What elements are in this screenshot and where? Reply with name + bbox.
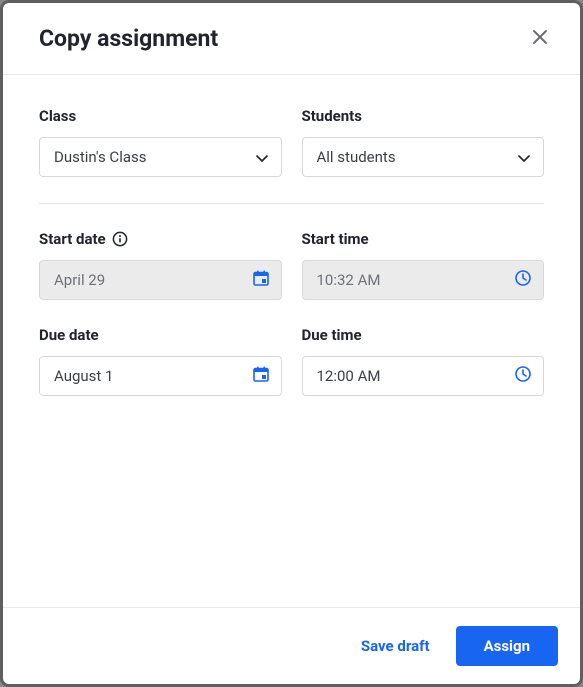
start-time-label: Start time [302, 230, 545, 248]
copy-assignment-modal: Copy assignment Class Dustin's Class [3, 3, 580, 684]
start-time-input[interactable] [302, 260, 545, 300]
students-select[interactable]: All students [302, 137, 545, 177]
class-label: Class [39, 107, 282, 125]
due-time-input[interactable] [302, 356, 545, 396]
class-select[interactable]: Dustin's Class [39, 137, 282, 177]
modal-header: Copy assignment [3, 3, 580, 75]
students-label: Students [302, 107, 545, 125]
info-icon[interactable] [112, 231, 128, 247]
save-draft-button[interactable]: Save draft [355, 629, 436, 663]
due-time-label: Due time [302, 326, 545, 344]
due-date-label: Due date [39, 326, 282, 344]
class-select-value: Dustin's Class [54, 148, 146, 166]
start-date-input[interactable] [39, 260, 282, 300]
modal-footer: Save draft Assign [3, 607, 580, 684]
students-select-value: All students [317, 148, 396, 166]
modal-title: Copy assignment [39, 25, 218, 52]
start-date-label: Start date [39, 230, 282, 248]
close-button[interactable] [532, 29, 548, 48]
modal-body: Class Dustin's Class Students All studen… [3, 75, 580, 607]
due-date-input[interactable] [39, 356, 282, 396]
start-date-label-text: Start date [39, 230, 106, 248]
assign-button[interactable]: Assign [456, 626, 558, 666]
close-icon [532, 29, 548, 48]
divider [39, 203, 544, 204]
